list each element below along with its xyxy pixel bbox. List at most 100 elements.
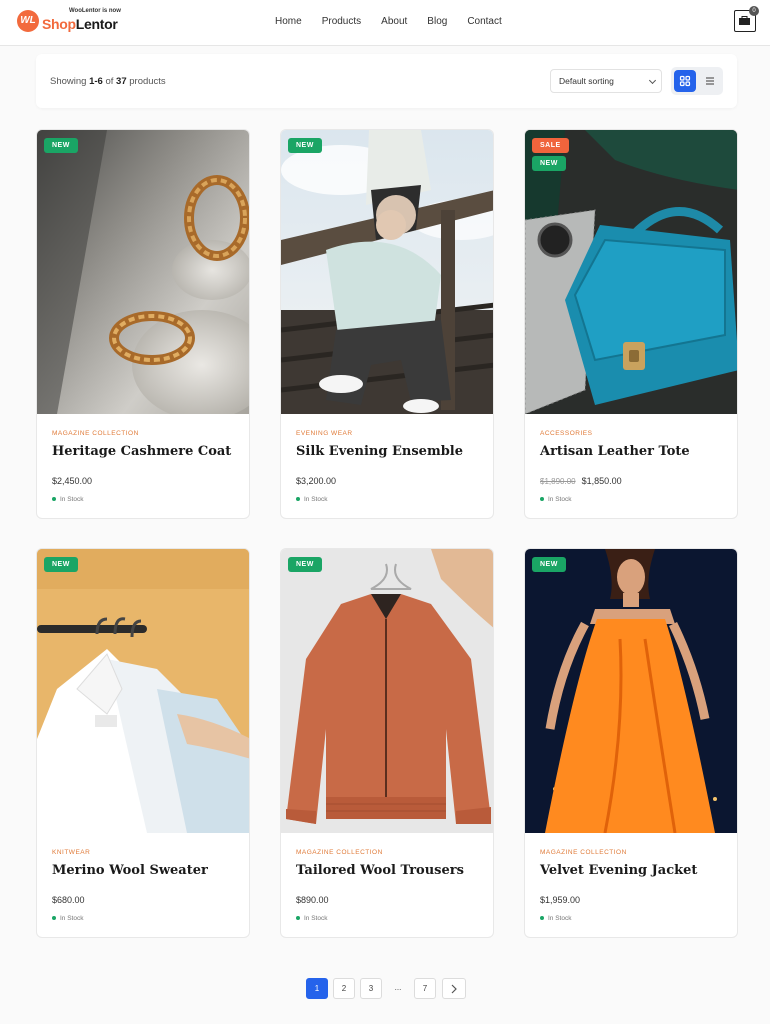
- result-count-suffix: products: [126, 76, 166, 87]
- product-image[interactable]: NEW: [281, 549, 493, 833]
- grid-view-button[interactable]: [674, 70, 696, 92]
- page-ellipsis: ...: [394, 983, 402, 992]
- nav-about[interactable]: About: [381, 16, 407, 27]
- product-image[interactable]: NEW: [37, 549, 249, 833]
- product-image[interactable]: NEW: [525, 549, 737, 833]
- product-title[interactable]: Velvet Evening Jacket: [540, 863, 697, 878]
- stock-dot-icon: [296, 916, 300, 921]
- product-category[interactable]: MAGAZINE COLLECTION: [296, 849, 383, 856]
- new-badge: NEW: [532, 557, 566, 572]
- result-count-prefix: Showing: [50, 76, 90, 87]
- grid-icon: [679, 75, 691, 87]
- stock-status: In Stock: [296, 915, 327, 922]
- cart-count-badge: 0: [749, 6, 759, 16]
- product-title[interactable]: Artisan Leather Tote: [540, 444, 690, 459]
- stock-status: In Stock: [52, 496, 83, 503]
- new-badge: NEW: [288, 138, 322, 153]
- cart-button[interactable]: 0: [734, 6, 759, 32]
- stock-dot-icon: [540, 916, 544, 921]
- product-price: $3,200.00: [296, 476, 337, 486]
- product-card[interactable]: NEW MAGAZINE COLLECTION Heritage Cashmer…: [36, 129, 250, 519]
- sort-select[interactable]: Default sorting: [550, 69, 662, 93]
- product-title[interactable]: Silk Evening Ensemble: [296, 444, 463, 459]
- page-2-button[interactable]: 2: [333, 978, 355, 999]
- chevron-down-icon: [648, 76, 657, 85]
- logo-mark: WL: [17, 10, 39, 32]
- product-card[interactable]: NEW EVENING WEAR Silk Evening Ensemble $…: [280, 129, 494, 519]
- product-card[interactable]: NEW KNITWEAR Merino Wool Sweater $680.00…: [36, 548, 250, 938]
- new-badge: NEW: [288, 557, 322, 572]
- gold-rings-photo: [37, 130, 249, 414]
- page-3-button[interactable]: 3: [360, 978, 382, 999]
- logo-wordmark: ShopLentor: [42, 16, 118, 32]
- stock-label: In Stock: [548, 496, 572, 503]
- stock-dot-icon: [540, 497, 544, 502]
- product-price: $890.00: [296, 895, 329, 905]
- sort-select-value: Default sorting: [559, 76, 614, 86]
- nav-home[interactable]: Home: [275, 16, 302, 27]
- product-image[interactable]: NEW: [37, 130, 249, 414]
- product-title[interactable]: Merino Wool Sweater: [52, 863, 208, 878]
- stock-dot-icon: [52, 497, 56, 502]
- product-image[interactable]: SALE NEW: [525, 130, 737, 414]
- shop-toolbar: Showing 1-6 of 37 products Default sorti…: [36, 54, 737, 108]
- logo-tagline: WooLentor is now: [69, 8, 121, 14]
- sale-badge: SALE: [532, 138, 569, 153]
- orange-dress-photo: [525, 549, 737, 833]
- shirts-on-rack-photo: [37, 549, 249, 833]
- view-toggle: [671, 67, 723, 95]
- page-7-button[interactable]: 7: [414, 978, 436, 999]
- site-header: WL WooLentor is now ShopLentor Home Prod…: [0, 0, 770, 46]
- result-count-mid: of: [102, 76, 117, 87]
- product-card[interactable]: SALE NEW ACCESSORIES Artisan Leather Tot…: [524, 129, 738, 519]
- nav-blog[interactable]: Blog: [427, 16, 447, 27]
- logo-word-shop: Shop: [42, 16, 76, 32]
- product-price: $1,959.00: [540, 895, 581, 905]
- product-price: $680.00: [52, 895, 85, 905]
- bomber-jacket-photo: [281, 549, 493, 833]
- stock-dot-icon: [296, 497, 300, 502]
- product-card[interactable]: NEW MAGAZINE COLLECTION Velvet Evening J…: [524, 548, 738, 938]
- stock-status: In Stock: [540, 496, 571, 503]
- shoplentor-logo[interactable]: WL WooLentor is now ShopLentor: [17, 8, 127, 38]
- stock-status: In Stock: [540, 915, 571, 922]
- product-price: $1,890.00 $1,850.00: [540, 476, 622, 486]
- product-title[interactable]: Tailored Wool Trousers: [296, 863, 464, 878]
- new-badge: NEW: [44, 138, 78, 153]
- product-title[interactable]: Heritage Cashmere Coat: [52, 444, 231, 459]
- models-on-stairs-photo: [281, 130, 493, 414]
- product-price: $2,450.00: [52, 476, 93, 486]
- stock-label: In Stock: [548, 915, 572, 922]
- product-category[interactable]: MAGAZINE COLLECTION: [540, 849, 627, 856]
- list-view-button[interactable]: [699, 70, 721, 92]
- new-badge: NEW: [532, 156, 566, 171]
- stock-label: In Stock: [60, 496, 84, 503]
- chevron-right-icon: [451, 984, 457, 994]
- nav-contact[interactable]: Contact: [467, 16, 501, 27]
- main-nav: Home Products About Blog Contact: [275, 16, 522, 27]
- list-icon: [706, 77, 714, 85]
- product-category[interactable]: MAGAZINE COLLECTION: [52, 430, 139, 437]
- product-old-price: $1,890.00: [540, 477, 576, 486]
- stock-label: In Stock: [304, 915, 328, 922]
- product-category[interactable]: EVENING WEAR: [296, 430, 353, 437]
- next-page-button[interactable]: [442, 978, 466, 999]
- new-badge: NEW: [44, 557, 78, 572]
- result-count: Showing 1-6 of 37 products: [50, 76, 166, 87]
- result-total: 37: [116, 76, 127, 87]
- teal-handbag-photo: [525, 130, 737, 414]
- product-sale-price: $1,850.00: [581, 476, 622, 486]
- page-1-button[interactable]: 1: [306, 978, 328, 999]
- shopping-bag-icon: [739, 16, 750, 25]
- nav-products[interactable]: Products: [322, 16, 361, 27]
- product-category[interactable]: ACCESSORIES: [540, 430, 592, 437]
- stock-status: In Stock: [52, 915, 83, 922]
- logo-word-lentor: Lentor: [75, 16, 118, 32]
- stock-label: In Stock: [304, 496, 328, 503]
- product-category[interactable]: KNITWEAR: [52, 849, 90, 856]
- product-card[interactable]: NEW MAGAZINE COLLECTION Tailored Wool Tr…: [280, 548, 494, 938]
- stock-status: In Stock: [296, 496, 327, 503]
- product-image[interactable]: NEW: [281, 130, 493, 414]
- result-range: 1-6: [89, 76, 103, 87]
- stock-label: In Stock: [60, 915, 84, 922]
